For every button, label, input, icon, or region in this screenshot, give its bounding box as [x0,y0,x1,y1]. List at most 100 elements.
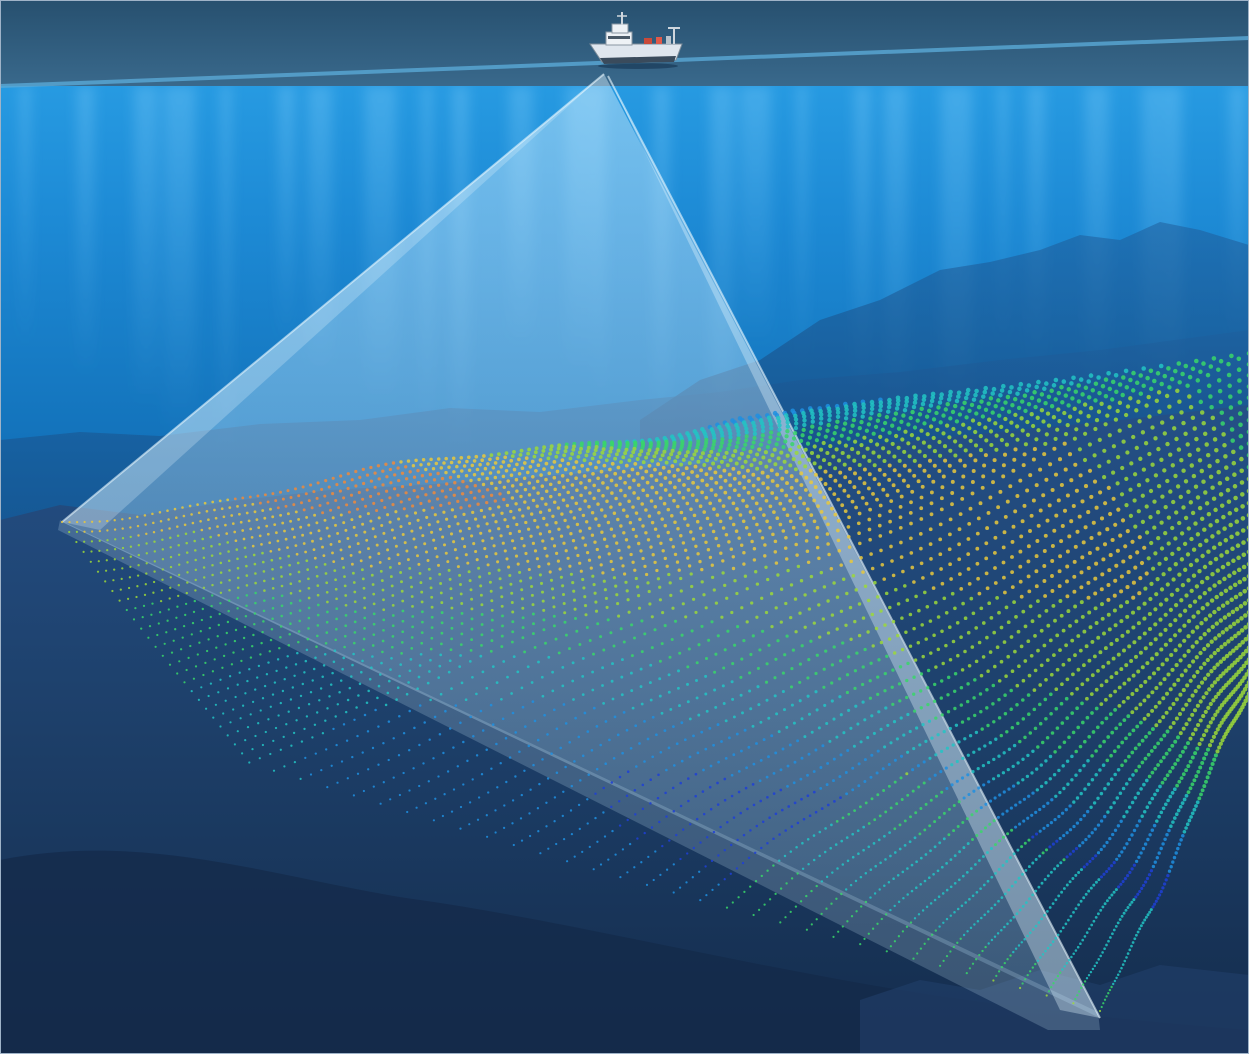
sonar-point [626,871,629,874]
sonar-point [1138,391,1144,396]
sonar-point [1049,672,1054,677]
sonar-point [429,457,433,462]
sonar-point [864,900,868,904]
sonar-point [472,735,475,738]
sonar-point [818,412,824,417]
sonar-point [1120,465,1125,471]
sonar-point [444,551,448,555]
sonar-point [356,542,360,546]
sonar-point [661,611,665,615]
sonar-point [629,746,633,750]
sonar-point [137,553,140,557]
sonar-point [436,471,440,476]
sonar-point [1213,556,1219,562]
sonar-point [344,624,348,628]
sonar-point [1167,404,1172,409]
sonar-point [321,545,324,549]
sonar-point [879,609,883,613]
sonar-point [1187,698,1192,703]
sonar-point [857,602,862,606]
sonar-point [758,648,762,652]
sonar-point [1220,421,1225,426]
sonar-point [113,528,117,531]
sonar-point [1136,482,1142,488]
sonar-point [500,595,504,599]
sonar-point [853,686,857,691]
sonar-point [998,489,1003,494]
sonar-point [847,480,852,484]
sonar-point [725,510,730,514]
sonar-point [971,962,975,965]
sonar-point [424,479,429,483]
sonar-point [539,581,544,585]
sonar-point [587,504,591,509]
sonar-point [789,910,792,914]
sonar-point [1092,654,1097,659]
sonar-point [734,444,739,449]
sonar-point [690,584,694,589]
sonar-point [288,633,291,636]
sonar-point [224,699,227,702]
sonar-point [1048,845,1052,849]
sonar-point [756,685,760,689]
sonar-point [989,616,994,620]
sonar-point [684,615,688,619]
sonar-point [539,473,543,477]
sonar-point [673,459,678,464]
sonar-point [851,766,855,770]
sonar-point [643,632,647,636]
sonar-point [663,624,667,628]
sonar-point [1007,787,1011,791]
sonar-point [1200,606,1205,611]
sonar-point [453,515,457,519]
sonar-point [363,616,367,620]
sonar-point [1228,585,1233,591]
sonar-point [857,633,862,638]
sonar-point [294,510,298,514]
sonar-point [584,613,588,617]
sonar-point [175,616,178,619]
sonar-point [969,926,973,930]
sonar-point [1225,600,1230,605]
sonar-point [846,859,850,863]
sonar-point [384,540,388,543]
sonar-point [873,580,877,585]
sonar-point [992,757,996,762]
sonar-point [1086,414,1091,419]
sonar-point [783,546,788,550]
sonar-point [830,663,835,667]
sonar-point [788,498,793,503]
sonar-point [1178,731,1183,736]
sonar-point [1173,562,1178,567]
sonar-point [1023,442,1028,447]
sonar-point [705,516,710,521]
sonar-point [717,448,722,453]
sonar-point [694,610,698,614]
sonar-point [1005,809,1009,813]
sonar-point [833,512,838,517]
sonar-point [1034,924,1038,928]
sonar-point [1211,356,1217,361]
sonar-point [329,542,333,546]
sonar-point [830,823,833,827]
sonar-point [251,747,254,751]
sonar-point [1165,441,1170,447]
sonar-point [469,490,473,495]
sonar-point [891,573,896,578]
sonar-point [1103,501,1108,506]
sonar-point [788,447,793,452]
sonar-point [536,463,541,468]
sonar-point [880,563,885,567]
sonar-point [209,682,213,685]
sonar-point [602,648,606,652]
sonar-point [1118,791,1123,795]
sonar-point [332,660,336,664]
sonar-point [1053,397,1058,402]
sonar-point [407,681,410,684]
sonar-point [1039,392,1045,397]
sonar-point [497,505,501,509]
sonar-point [1041,419,1046,424]
sonar-point [1175,484,1181,489]
sonar-point [1071,672,1075,677]
sonar-point [547,530,552,534]
